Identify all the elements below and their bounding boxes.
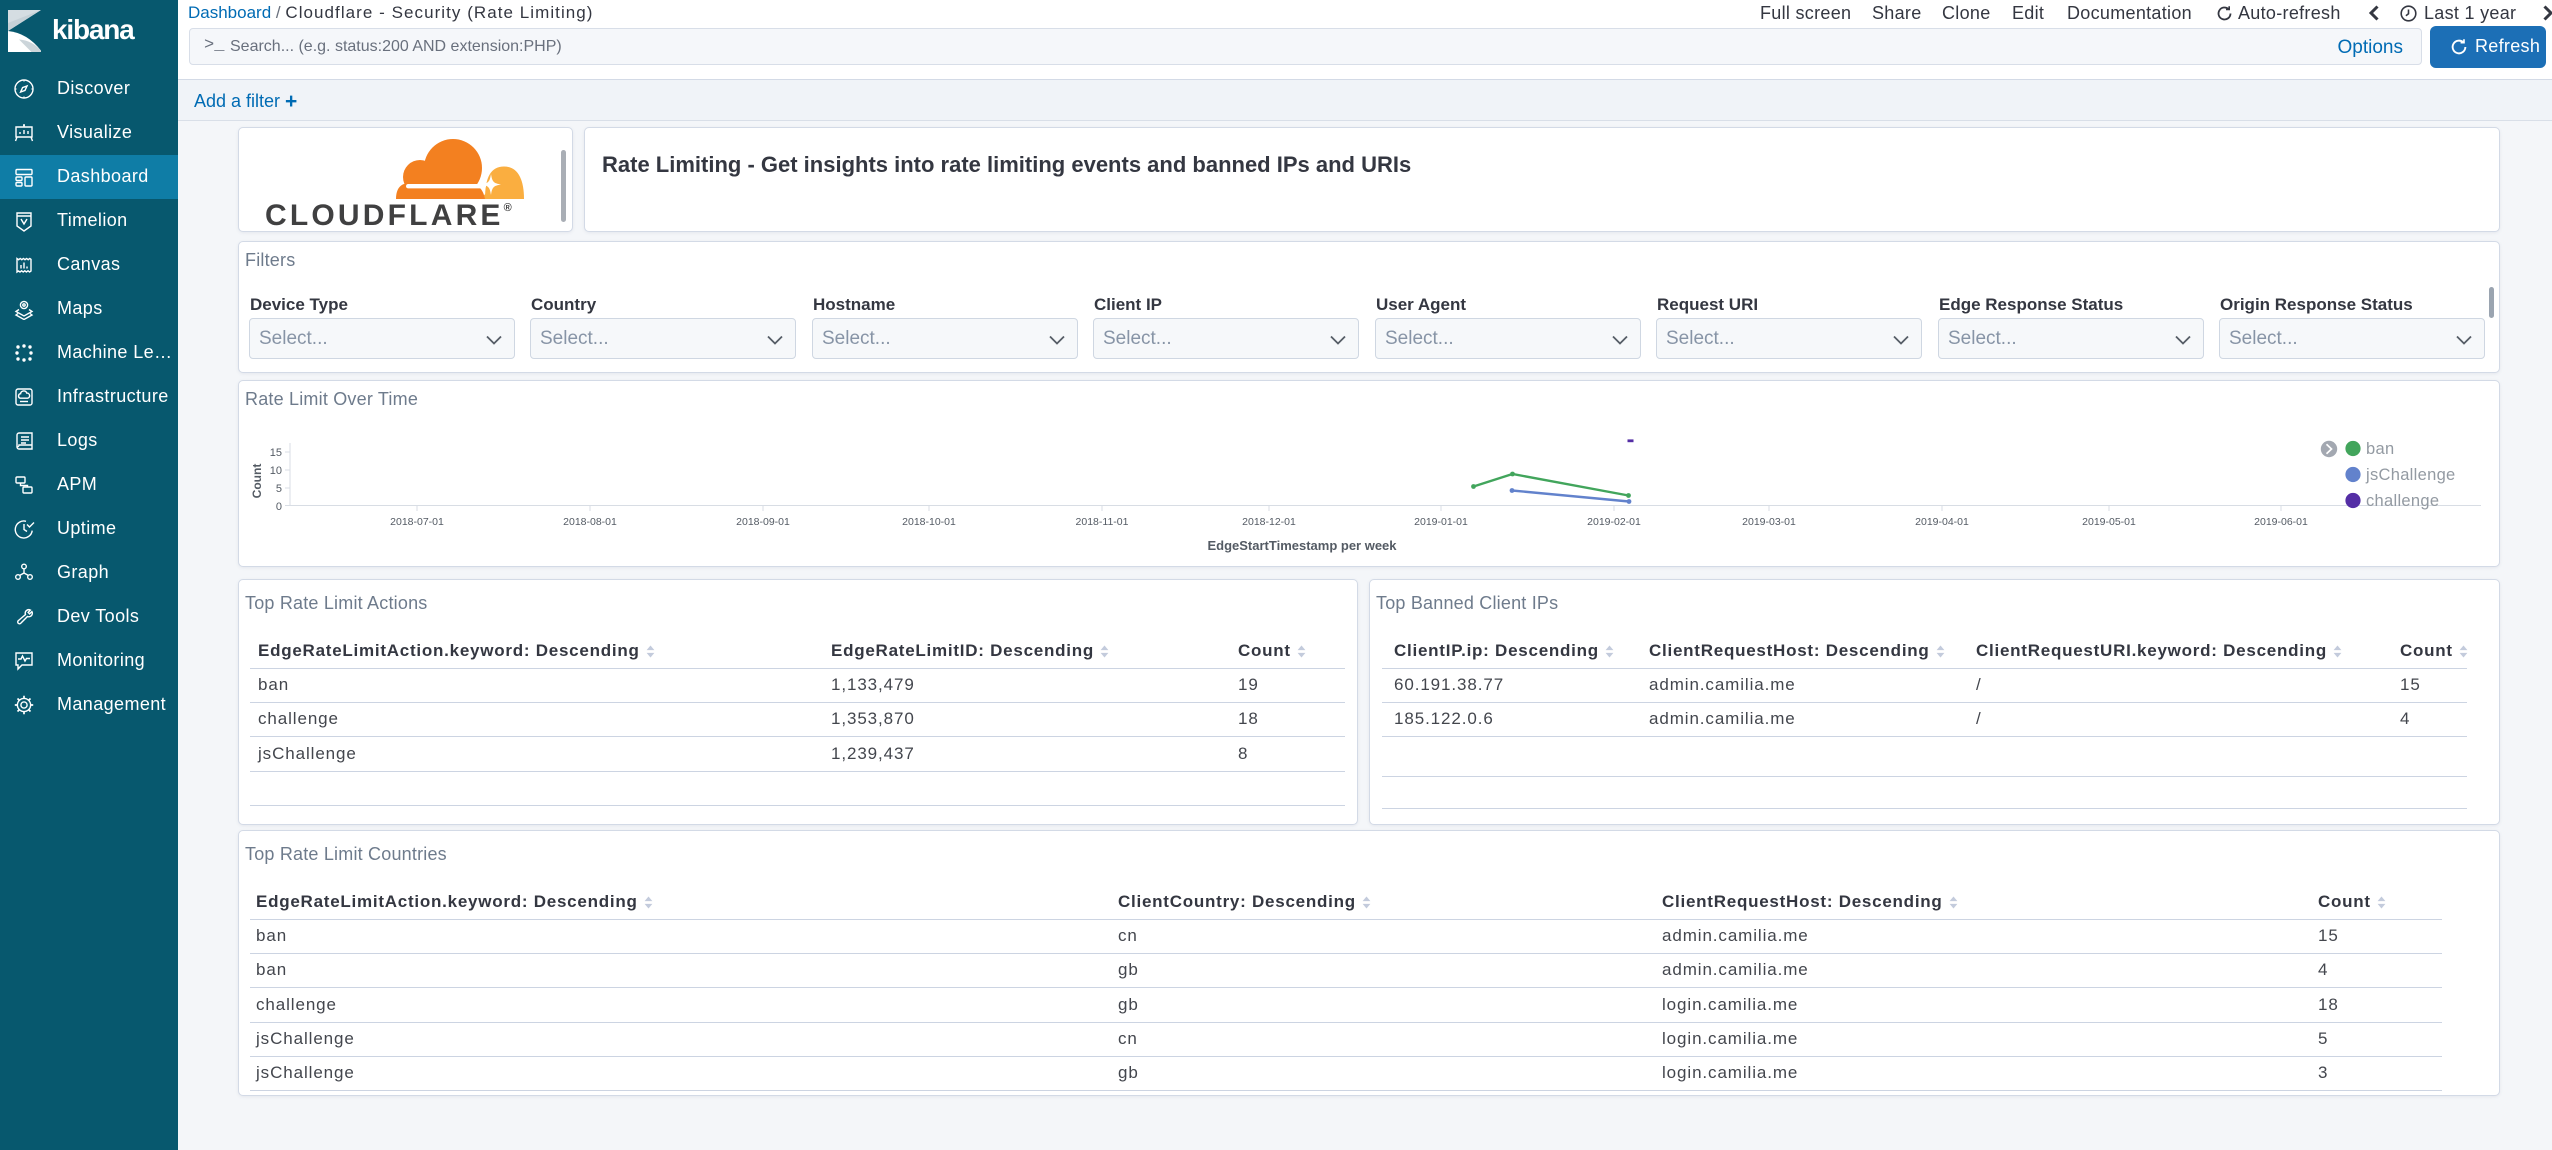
svg-text:2018-11-01: 2018-11-01 xyxy=(1076,516,1129,528)
svg-text:2019-04-01: 2019-04-01 xyxy=(1915,516,1969,528)
svg-text:2018-08-01: 2018-08-01 xyxy=(563,516,617,528)
svg-text:challenge: challenge xyxy=(2366,492,2439,510)
svg-text:2019-01-01: 2019-01-01 xyxy=(1414,516,1468,528)
svg-text:2019-06-01: 2019-06-01 xyxy=(2254,516,2308,528)
svg-text:Count: Count xyxy=(250,464,264,499)
svg-text:5: 5 xyxy=(276,483,282,495)
svg-text:ban: ban xyxy=(2366,440,2394,458)
svg-text:2018-07-01: 2018-07-01 xyxy=(390,516,444,528)
svg-text:jsChallenge: jsChallenge xyxy=(2365,466,2456,484)
svg-text:2018-12-01: 2018-12-01 xyxy=(1242,516,1296,528)
svg-text:EdgeStartTimestamp per week: EdgeStartTimestamp per week xyxy=(1207,538,1397,553)
svg-text:0: 0 xyxy=(276,501,282,513)
svg-text:2019-03-01: 2019-03-01 xyxy=(1742,516,1796,528)
svg-text:2018-10-01: 2018-10-01 xyxy=(902,516,956,528)
svg-text:10: 10 xyxy=(270,465,282,477)
svg-text:2019-05-01: 2019-05-01 xyxy=(2082,516,2136,528)
svg-text:2019-02-01: 2019-02-01 xyxy=(1587,516,1641,528)
svg-text:2018-09-01: 2018-09-01 xyxy=(736,516,790,528)
svg-text:15: 15 xyxy=(270,447,282,459)
